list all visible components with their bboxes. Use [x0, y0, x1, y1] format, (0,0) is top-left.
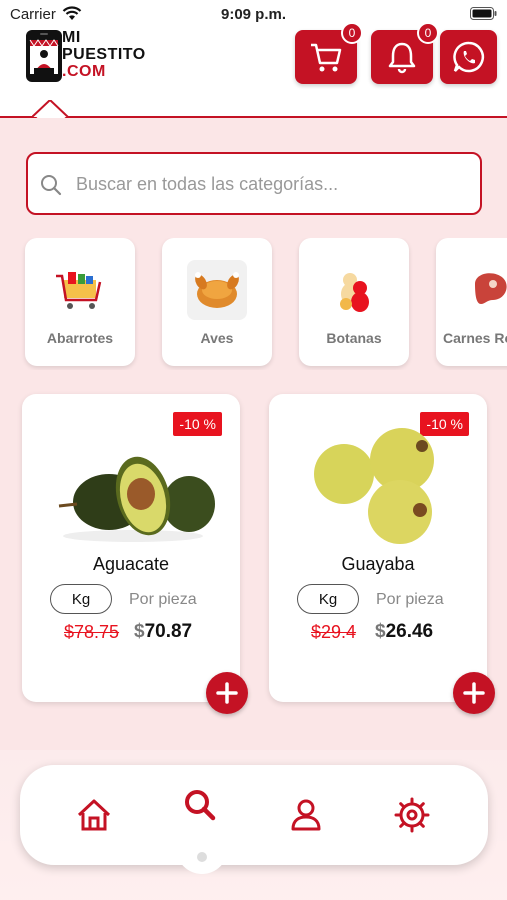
unit-kg-option[interactable]: Kg [297, 584, 359, 614]
category-botanas[interactable]: Botanas [299, 238, 409, 366]
notifications-button[interactable]: 0 [371, 22, 439, 84]
bottom-navigation [20, 765, 488, 865]
category-label: Aves [200, 330, 234, 346]
unit-piece-option[interactable]: Por pieza [129, 591, 197, 609]
logo-line-1: MI [62, 29, 81, 46]
nav-search[interactable] [180, 785, 220, 825]
original-price: $29.4 [311, 622, 357, 642]
unit-piece-option[interactable]: Por pieza [376, 591, 444, 609]
cart-icon [311, 43, 342, 72]
status-time: 9:09 p.m. [220, 6, 287, 23]
search-icon [185, 790, 216, 821]
sale-price: $70.87 [134, 621, 192, 643]
user-icon [291, 799, 321, 831]
nav-home[interactable] [74, 795, 114, 835]
category-label: Botanas [326, 330, 382, 346]
unit-kg-option[interactable]: Kg [50, 584, 112, 614]
plus-icon [216, 682, 238, 704]
category-aves[interactable]: Aves [162, 238, 272, 366]
whatsapp-button[interactable] [440, 30, 497, 84]
guava-image [314, 428, 434, 544]
sale-price-value: 70.87 [144, 621, 193, 642]
plus-icon [463, 682, 485, 704]
battery-icon [470, 7, 497, 20]
add-to-cart-button[interactable] [206, 672, 248, 714]
logo-line-2: PUESTITO [62, 46, 146, 63]
nav-profile[interactable] [286, 795, 326, 835]
nav-settings[interactable] [392, 795, 432, 835]
sale-price: $26.46 [375, 621, 433, 643]
search-bar[interactable] [26, 152, 482, 215]
gummy-bears-icon [340, 273, 369, 312]
category-label: Abarrotes [46, 330, 114, 346]
sale-price-value: 26.46 [385, 621, 434, 642]
product-name: Aguacate [92, 554, 170, 574]
whatsapp-icon [452, 41, 484, 73]
avocado-image [58, 456, 215, 542]
original-price: $78.75 [64, 622, 120, 642]
nav-active-indicator [197, 852, 207, 862]
search-input[interactable] [76, 170, 456, 198]
home-icon [77, 799, 111, 831]
logo-icon [26, 30, 62, 82]
search-icon [41, 175, 62, 196]
product-card-aguacate[interactable]: -10 % Aguacate Kg Por pieza $78.75 $70.8… [22, 394, 248, 714]
currency-symbol: $ [134, 621, 145, 642]
notifications-count-badge: 0 [417, 22, 439, 44]
category-carousel[interactable]: Abarrotes Aves Botanas Carnes Rojas [0, 238, 507, 370]
roast-chicken-icon [187, 260, 247, 320]
product-card-guayaba[interactable]: -10 % Guayaba Kg Por pieza $29.4 $26.46 [269, 394, 495, 714]
settings-icon [394, 797, 430, 833]
currency-symbol: $ [375, 621, 386, 642]
cart-button[interactable]: 0 [295, 22, 363, 84]
product-name: Guayaba [341, 554, 415, 574]
category-abarrotes[interactable]: Abarrotes [25, 238, 135, 366]
logo-line-3: .COM [62, 63, 106, 80]
header-notch [32, 100, 69, 118]
category-carnes-rojas[interactable]: Carnes Rojas [436, 238, 507, 366]
steak-icon [475, 273, 507, 304]
bell-icon [388, 42, 416, 74]
cart-count-badge: 0 [341, 22, 363, 44]
header-divider [0, 116, 507, 118]
category-label: Carnes Rojas [443, 330, 507, 346]
grocery-cart-icon [56, 272, 102, 309]
app-logo[interactable]: MI PUESTITO .COM [62, 29, 146, 80]
add-to-cart-button[interactable] [453, 672, 495, 714]
